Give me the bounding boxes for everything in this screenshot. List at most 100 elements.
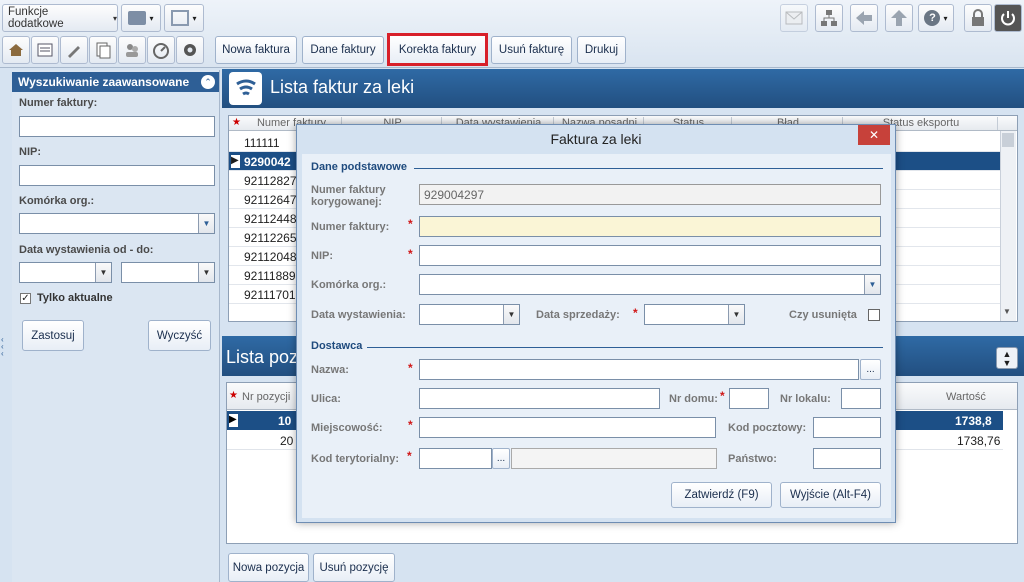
numer-kor-value: 929004297 [424, 188, 485, 202]
drukuj-button[interactable]: Drukuj [577, 36, 626, 64]
chevron-down-icon: ▼ [198, 214, 214, 233]
printer-icon [128, 11, 147, 25]
expand-panel-button[interactable]: ▲ ▼ [996, 347, 1018, 369]
usun-pozycje-button[interactable]: Usuń pozycję [313, 553, 395, 582]
back-arrow-icon[interactable] [850, 4, 878, 32]
form-icon[interactable] [31, 36, 59, 64]
nazwa-input[interactable] [419, 359, 859, 380]
nazwa-label: Nazwa: [311, 364, 349, 376]
layout-dropdown-button[interactable]: ▾ [164, 4, 204, 32]
data-od-dropdown[interactable]: ▼ [19, 262, 112, 283]
grid-required-marker: ★ [232, 117, 241, 128]
miejscowosc-label: Miejscowość: [311, 422, 383, 434]
data-wystawienia-dialog-dropdown[interactable]: ▼ [419, 304, 520, 325]
sidebar-collapse-strip[interactable] [0, 70, 12, 582]
power-icon[interactable] [994, 4, 1022, 32]
komorka-dialog-label: Komórka org.: [311, 279, 387, 291]
data-wystawienia-label: Data wystawienia od - do: [19, 244, 154, 256]
zatwierdz-button[interactable]: Zatwierdź (F9) [671, 482, 772, 508]
numer-faktury-dialog-input[interactable] [419, 216, 881, 237]
close-dialog-button[interactable]: ✕ [858, 125, 890, 145]
ulica-input[interactable] [419, 388, 660, 409]
nip-input[interactable] [19, 165, 215, 186]
search-panel-title: Wyszukiwanie zaawansowane [18, 75, 190, 89]
panstwo-input[interactable] [813, 448, 881, 469]
required-marker: * [720, 389, 725, 403]
data-sprzedazy-dropdown[interactable]: ▼ [644, 304, 745, 325]
czy-usunieta-checkbox[interactable] [868, 309, 880, 321]
nr-domu-input[interactable] [729, 388, 769, 409]
required-marker: * [408, 361, 413, 375]
close-icon: ✕ [868, 128, 880, 142]
korekta-faktury-button[interactable]: Korekta faktury [387, 33, 488, 66]
home-icon[interactable] [2, 36, 30, 64]
funkcje-dodatkowe-dropdown[interactable]: Funkcje dodatkowe ▾ [2, 4, 118, 32]
komorka-label: Komórka org.: [19, 195, 95, 207]
position-row-wartosc: 1738,8 [955, 414, 992, 428]
required-marker: * [408, 418, 413, 432]
numer-faktury-input[interactable] [19, 116, 215, 137]
required-marker: * [633, 306, 638, 320]
kod-pocztowy-input[interactable] [813, 417, 881, 438]
up-arrow-icon[interactable] [885, 4, 913, 32]
grid-scrollbar[interactable] [1000, 131, 1016, 321]
kod-terytorialny-description [511, 448, 717, 469]
komorka-dialog-dropdown[interactable]: ▼ [419, 274, 881, 295]
tylko-aktualne-label: Tylko aktualne [37, 292, 113, 304]
printer-dropdown-button[interactable]: ▾ [121, 4, 161, 32]
positions-required-marker: ★ [229, 390, 238, 401]
wyjscie-button[interactable]: Wyjście (Alt-F4) [780, 482, 881, 508]
wyczysc-button[interactable]: Wyczyść [148, 320, 211, 351]
col-nr-pozycji: Nr pozycji [242, 391, 291, 403]
miejscowosc-input[interactable] [419, 417, 716, 438]
nr-lokalu-input[interactable] [841, 388, 881, 409]
position-row-marker-icon: ▶ [229, 414, 238, 427]
numer-faktury-label: Numer faktury: [19, 97, 98, 109]
collapse-arrows-icon[interactable]: ‹ ‹ ‹ [1, 336, 4, 358]
kod-terytorialny-input[interactable] [419, 448, 492, 469]
chevron-down-icon: ▼ [864, 275, 880, 294]
tylko-aktualne-checkbox[interactable]: ✓ [20, 293, 31, 304]
scroll-down-icon[interactable]: ▼ [1003, 307, 1011, 316]
gear-icon[interactable] [176, 36, 204, 64]
komorka-dropdown[interactable]: ▼ [19, 213, 215, 234]
chevron-down-icon: ▼ [95, 263, 111, 282]
dialog-title: Faktura za leki [550, 131, 642, 147]
pen-icon[interactable] [60, 36, 88, 64]
documents-icon[interactable] [89, 36, 117, 64]
usun-fakture-button[interactable]: Usuń fakturę [491, 36, 572, 64]
users-icon[interactable] [118, 36, 146, 64]
collapse-panel-button[interactable]: ⌃ [201, 75, 215, 89]
chevron-down-icon: ▾ [192, 13, 197, 23]
numer-faktury-dialog-label: Numer faktury: [311, 221, 390, 233]
required-marker: * [407, 449, 412, 463]
nowa-faktura-button[interactable]: Nowa faktura [215, 36, 297, 64]
network-icon[interactable] [815, 4, 843, 32]
panstwo-label: Państwo: [728, 453, 777, 465]
section-dane-podstawowe: Dane podstawowe [311, 161, 407, 173]
dashboard-icon[interactable] [147, 36, 175, 64]
funkcje-dodatkowe-label: Funkcje dodatkowe [8, 6, 64, 30]
nip-label: NIP: [19, 146, 41, 158]
kod-terytorialny-lookup-button[interactable]: ... [492, 448, 510, 469]
data-do-dropdown[interactable]: ▼ [121, 262, 215, 283]
required-marker: * [408, 247, 413, 261]
nazwa-lookup-button[interactable]: ... [860, 359, 881, 380]
position-row-nr: 10 [278, 414, 292, 428]
numer-kor-field: 929004297 [419, 184, 881, 205]
nowa-pozycja-button[interactable]: Nowa pozycja [228, 553, 309, 582]
numer-kor-label: Numer faktury korygowanej: [311, 184, 386, 208]
help-icon[interactable]: ? ▾ [918, 4, 954, 32]
ulica-label: Ulica: [311, 393, 341, 405]
nr-domu-label: Nr domu: [669, 393, 718, 405]
list-logo-icon [229, 72, 262, 105]
zastosuj-button[interactable]: Zastosuj [22, 320, 84, 351]
nip-dialog-input[interactable] [419, 245, 881, 266]
dane-faktury-button[interactable]: Dane faktury [302, 36, 384, 64]
chevron-down-icon: ▼ [728, 305, 744, 324]
kod-pocztowy-label: Kod pocztowy: [728, 422, 807, 434]
lock-icon[interactable] [964, 4, 992, 32]
mail-icon[interactable] [780, 4, 808, 32]
scrollbar-thumb[interactable] [1002, 133, 1014, 147]
list-title: Lista faktur za leki [270, 77, 415, 97]
